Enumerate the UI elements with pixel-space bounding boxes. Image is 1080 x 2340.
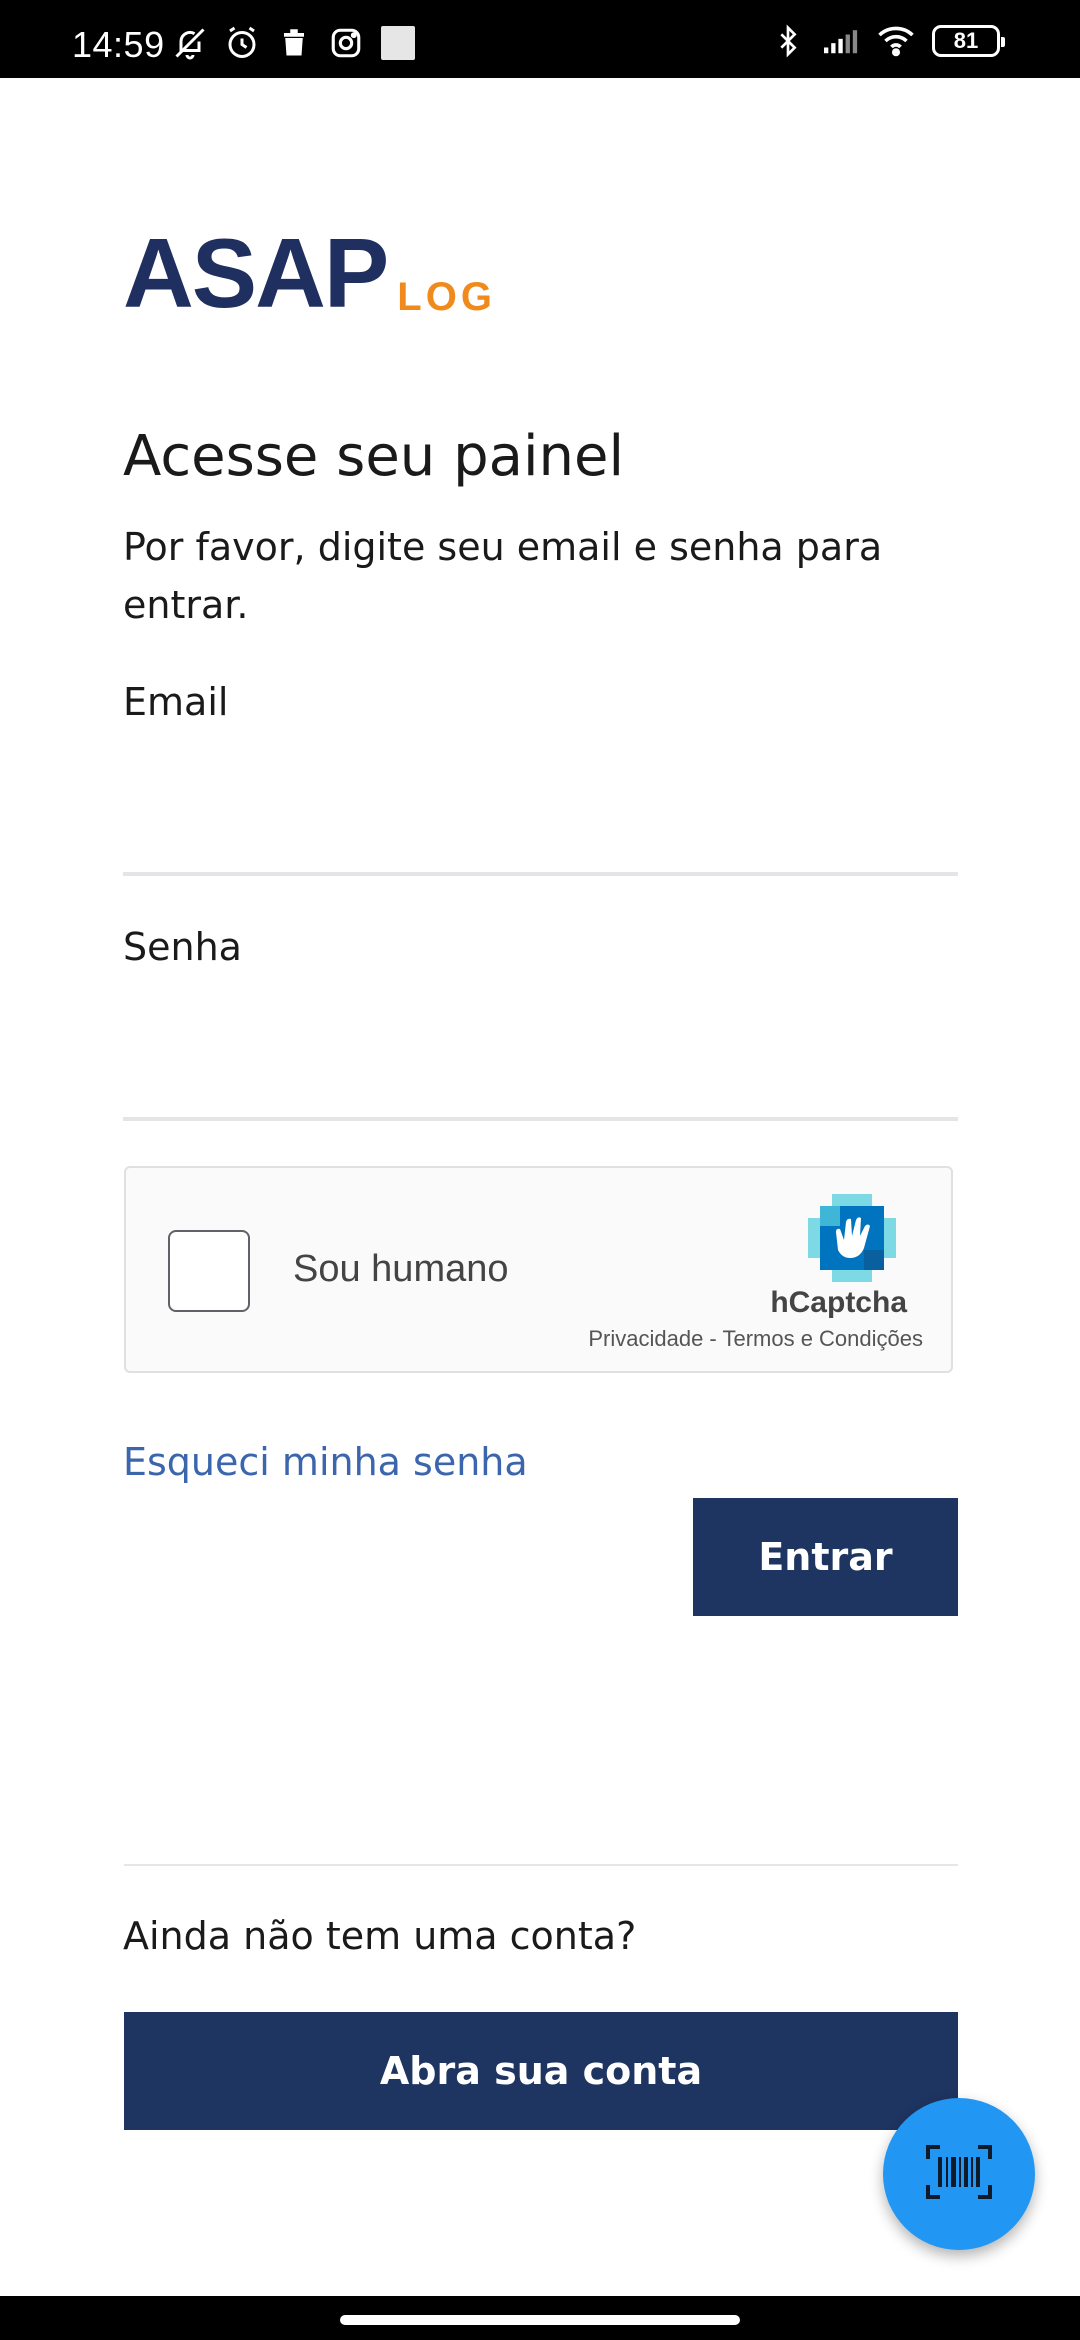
enter-button[interactable]: Entrar [693,1498,958,1616]
bluetooth-icon [770,24,806,58]
captcha-label: Sou humano [293,1248,509,1290]
asap-log-logo: ASAP LOG [123,224,496,322]
status-icons-left [172,26,416,60]
hcaptcha-brand: hCaptcha [770,1286,907,1319]
email-label: Email [123,680,229,724]
open-account-button[interactable]: Abra sua conta [124,2012,958,2130]
wifi-icon [878,24,914,58]
barcode-scan-icon [926,2145,992,2203]
forgot-password-link[interactable]: Esqueci minha senha [123,1440,528,1484]
status-time: 14:59 [72,24,165,65]
captcha-checkbox[interactable] [168,1230,250,1312]
signal-icon [824,24,860,58]
divider [124,1864,958,1866]
logo-sub-text: LOG [397,275,496,319]
hcaptcha-widget: Sou humano hCaptcha Privacidade - Termos… [124,1166,953,1373]
status-bar: 14:59 81 [0,0,1080,78]
battery-icon: 81 [932,25,1005,57]
trash-icon [276,26,312,60]
no-account-text: Ainda não tem uma conta? [123,1914,637,1958]
email-field[interactable] [123,792,958,876]
hcaptcha-logo-icon [806,1192,898,1284]
page-subtitle: Por favor, digite seu email e senha para… [123,525,883,627]
password-field[interactable] [123,1037,958,1121]
instagram-icon [328,26,364,60]
bell-off-icon [172,26,208,60]
password-label: Senha [123,925,242,969]
home-gesture-handle[interactable] [340,2315,740,2325]
logo-main-text: ASAP [123,218,389,328]
alarm-icon [224,26,260,60]
gallery-icon [380,26,416,60]
page-title: Acesse seu painel [123,424,625,489]
status-icons-right: 81 [770,24,1005,58]
captcha-privacy-terms-links[interactable]: Privacidade - Termos e Condições [588,1326,923,1352]
barcode-scan-button[interactable] [883,2098,1035,2250]
